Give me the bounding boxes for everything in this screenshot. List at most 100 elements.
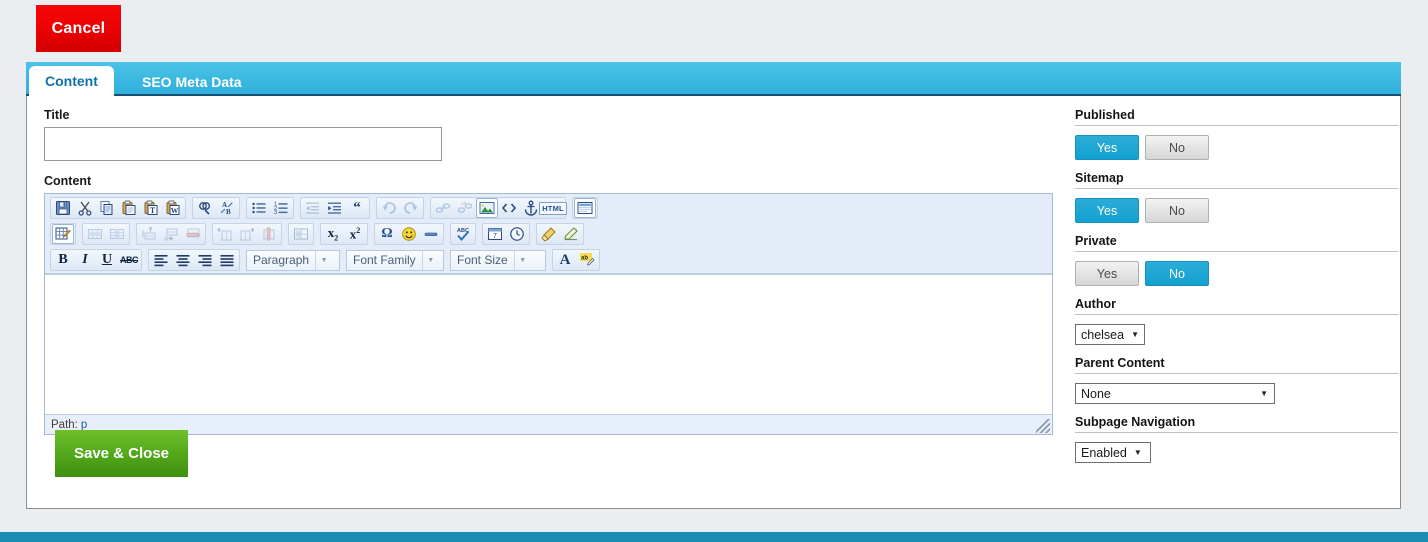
source-code-icon[interactable] <box>498 198 520 218</box>
replace-icon[interactable]: A B <box>216 198 238 218</box>
chevron-down-icon: ▼ <box>1133 448 1142 457</box>
horizontal-rule-icon[interactable] <box>420 224 442 244</box>
col-insert-before-icon[interactable] <box>214 224 236 244</box>
published-no-button[interactable]: No <box>1145 135 1209 160</box>
title-input[interactable] <box>44 127 442 161</box>
editor-resize-handle[interactable] <box>1036 419 1050 433</box>
align-right-icon[interactable] <box>194 250 216 270</box>
author-select[interactable]: chelsea ▼ <box>1075 324 1145 345</box>
copy-icon[interactable] <box>96 198 118 218</box>
insert-time-icon[interactable] <box>506 224 528 244</box>
parent-content-label: Parent Content <box>1075 356 1165 370</box>
search-icon[interactable] <box>194 198 216 218</box>
editor-toolbar-row-2: x2 x2 Ω ABC 7 <box>45 221 1052 247</box>
paragraph-format-select[interactable]: Paragraph ▼ <box>246 249 340 271</box>
table-cell-props-icon[interactable] <box>106 224 128 244</box>
paste-as-text-icon[interactable]: T <box>140 198 162 218</box>
remove-formatting-icon[interactable] <box>560 224 582 244</box>
bullet-list-icon[interactable] <box>248 198 270 218</box>
private-no-button[interactable]: No <box>1145 261 1209 286</box>
published-label: Published <box>1075 108 1135 122</box>
col-delete-icon[interactable] <box>258 224 280 244</box>
insert-date-icon[interactable]: 7 <box>484 224 506 244</box>
table-icon[interactable] <box>52 224 74 244</box>
align-left-icon[interactable] <box>150 250 172 270</box>
html-icon[interactable]: HTML <box>539 198 567 218</box>
svg-text:T: T <box>150 206 156 215</box>
rich-text-editor: T W A B 1 2 3 “ HTML x2 x2 Ω ABC 7 B I U… <box>44 193 1053 435</box>
unlink-icon[interactable] <box>454 198 476 218</box>
editor-path-value[interactable]: p <box>81 419 87 431</box>
font-size-select[interactable]: Font Size ▼ <box>450 249 546 271</box>
link-icon[interactable] <box>432 198 454 218</box>
paste-icon[interactable] <box>118 198 140 218</box>
superscript-icon[interactable]: x2 <box>344 224 366 244</box>
paste-from-word-icon[interactable]: W <box>162 198 184 218</box>
published-yes-button[interactable]: Yes <box>1075 135 1139 160</box>
subscript-icon[interactable]: x2 <box>322 224 344 244</box>
sitemap-yes-button[interactable]: Yes <box>1075 198 1139 223</box>
align-justify-icon[interactable] <box>216 250 238 270</box>
numbered-list-icon[interactable]: 1 2 3 <box>270 198 292 218</box>
split-merge-cells-icon[interactable] <box>290 224 312 244</box>
sitemap-label: Sitemap <box>1075 171 1124 185</box>
redo-icon[interactable] <box>400 198 422 218</box>
special-character-icon[interactable]: Ω <box>376 224 398 244</box>
undo-icon[interactable] <box>378 198 400 218</box>
table-row-props-icon[interactable] <box>84 224 106 244</box>
row-insert-before-icon[interactable] <box>138 224 160 244</box>
editor-content-area[interactable] <box>45 274 1052 414</box>
editor-toolbar-row-1: T W A B 1 2 3 “ HTML <box>45 195 1052 221</box>
save-icon[interactable] <box>52 198 74 218</box>
left-column: Title Content T W A B 1 2 3 “ HTML x2 x2… <box>44 108 1054 435</box>
fullscreen-icon[interactable] <box>574 198 596 218</box>
background-color-icon[interactable]: ab <box>576 250 598 270</box>
bold-icon[interactable]: B <box>52 250 74 270</box>
toolbar-group-history <box>376 197 424 219</box>
blockquote-icon[interactable]: “ <box>346 198 368 218</box>
author-select-value: chelsea <box>1081 327 1125 342</box>
divider <box>1075 251 1398 252</box>
svg-text:3: 3 <box>274 210 277 216</box>
underline-icon[interactable]: U <box>96 250 118 270</box>
svg-text:W: W <box>171 206 179 215</box>
toolbar-group-insert: HTML <box>430 197 567 219</box>
toolbar-group-script: x2 x2 <box>320 223 368 245</box>
subpage-navigation-select[interactable]: Enabled ▼ <box>1075 442 1151 463</box>
tab-content[interactable]: Content <box>29 66 114 96</box>
cut-icon[interactable] <box>74 198 96 218</box>
private-yes-button[interactable]: Yes <box>1075 261 1139 286</box>
spellcheck-icon[interactable]: ABC <box>452 224 474 244</box>
cleanup-icon[interactable] <box>538 224 560 244</box>
content-panel: Title Content T W A B 1 2 3 “ HTML x2 x2… <box>26 96 1401 509</box>
editor-toolbars: T W A B 1 2 3 “ HTML x2 x2 Ω ABC 7 B I U… <box>45 194 1052 274</box>
save-and-close-button[interactable]: Save & Close <box>55 430 188 477</box>
parent-content-select[interactable]: None ▼ <box>1075 383 1275 404</box>
italic-icon[interactable]: I <box>74 250 96 270</box>
svg-text:B: B <box>226 208 231 216</box>
emoticon-icon[interactable] <box>398 224 420 244</box>
toolbar-group-align <box>148 249 240 271</box>
row-insert-after-icon[interactable] <box>160 224 182 244</box>
published-field: Published Yes No <box>1075 108 1398 160</box>
align-center-icon[interactable] <box>172 250 194 270</box>
font-family-select[interactable]: Font Family ▼ <box>346 249 444 271</box>
image-icon[interactable] <box>476 198 498 218</box>
divider <box>1075 125 1398 126</box>
page-root: Cancel Content SEO Meta Data Title Conte… <box>0 0 1428 542</box>
row-delete-icon[interactable] <box>182 224 204 244</box>
toolbar-group-tools: ABC <box>450 223 476 245</box>
content-label: Content <box>44 174 92 188</box>
outdent-icon[interactable] <box>302 198 324 218</box>
strikethrough-icon[interactable]: ABC <box>118 250 140 270</box>
cancel-button[interactable]: Cancel <box>36 5 121 52</box>
toolbar-group-datetime: 7 <box>482 223 530 245</box>
sitemap-no-button[interactable]: No <box>1145 198 1209 223</box>
tab-seo-meta-data[interactable]: SEO Meta Data <box>126 66 258 97</box>
private-field: Private Yes No <box>1075 234 1398 286</box>
indent-icon[interactable] <box>324 198 346 218</box>
private-toggle-group: Yes No <box>1075 261 1398 286</box>
text-color-icon[interactable]: A <box>554 250 576 270</box>
col-insert-after-icon[interactable] <box>236 224 258 244</box>
subpage-navigation-field: Subpage Navigation Enabled ▼ <box>1075 415 1398 463</box>
